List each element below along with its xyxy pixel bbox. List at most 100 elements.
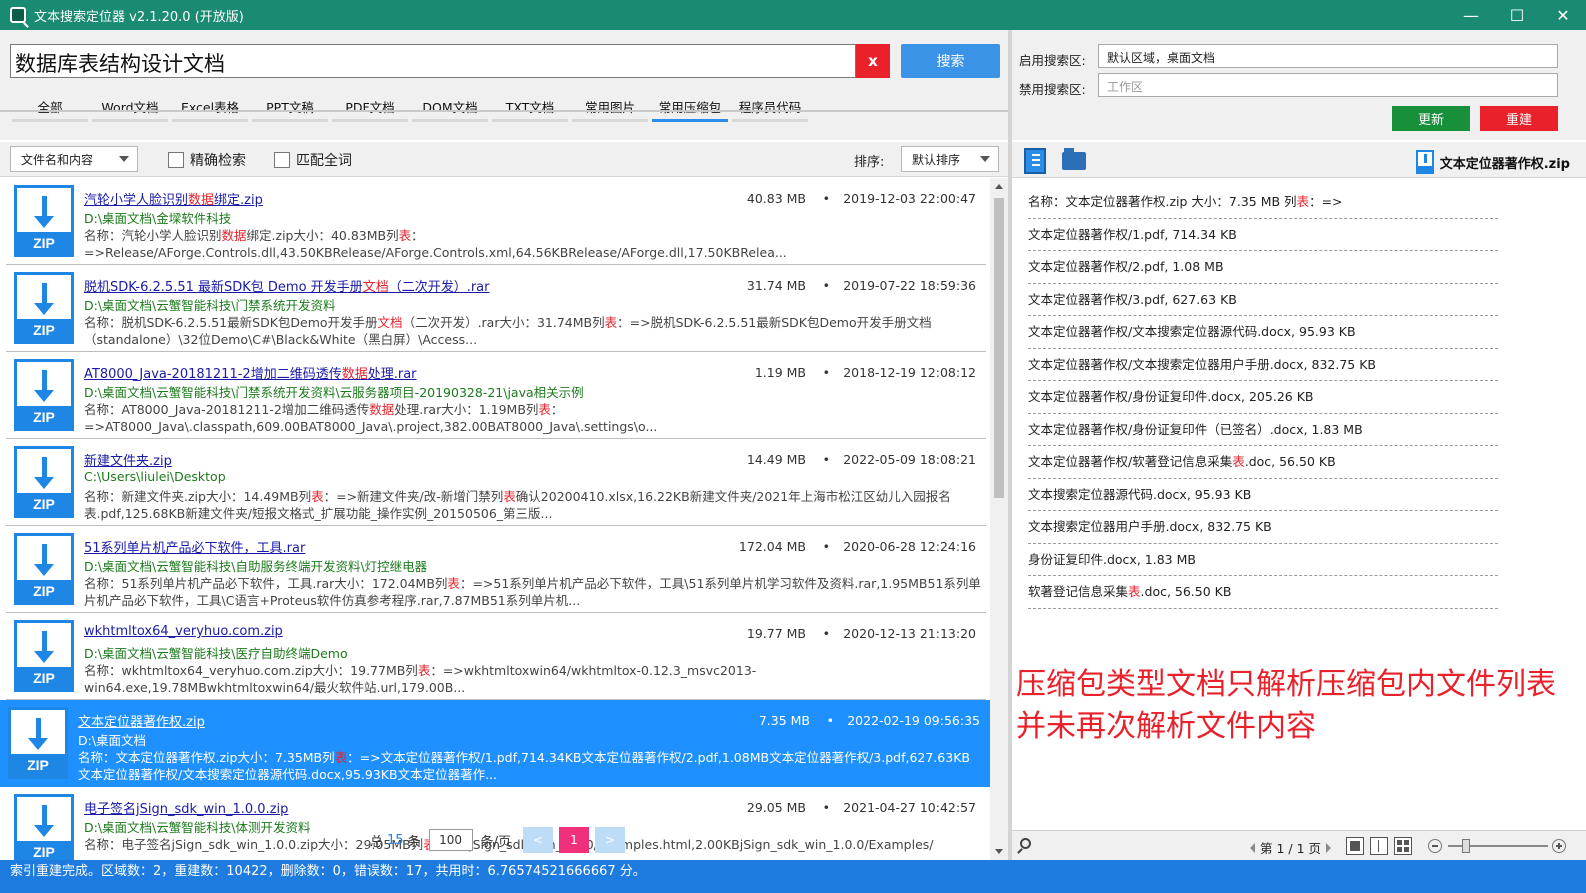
close-button[interactable]: ✕: [1540, 0, 1586, 30]
result-file-name[interactable]: 新建文件夹.zip: [84, 450, 172, 469]
result-file-path[interactable]: D:\桌面文档\金墚软件科技: [84, 208, 231, 227]
tab-1[interactable]: Word文档: [90, 88, 170, 124]
archive-entry-row: 文本定位器著作权/1.pdf, 714.34 KB: [1028, 219, 1498, 251]
text-segment: 文本定位器著作权/文本搜索定位器源代码.docx, 95.93 KB: [1028, 324, 1356, 339]
archive-entry-row: 文本定位器著作权/身份证复印件.docx, 205.26 KB: [1028, 381, 1498, 414]
prev-page-icon[interactable]: [1250, 842, 1255, 853]
archive-entry-row: 文本定位器著作权/软著登记信息采集表.doc, 56.50 KB: [1028, 446, 1498, 479]
annotation-line-1: 压缩包类型文档只解析压缩包内文件列表: [1016, 667, 1556, 702]
next-page-button[interactable]: >: [594, 827, 625, 853]
result-summary: 名称：脱机SDK-6.2.5.51最新SDK包Demo开发手册文档（二次开发）.…: [84, 314, 984, 348]
whole-word-checkbox[interactable]: 匹配全词: [274, 150, 352, 170]
tab-9[interactable]: 程序员代码: [730, 88, 810, 124]
preview-toolbar: 文本定位器著作权.zip: [1012, 142, 1586, 178]
result-item[interactable]: ZIP AT8000_Java-20181211-2增加二维码透传数据处理.rar…: [6, 352, 986, 439]
result-file-name[interactable]: 文本定位器著作权.zip: [78, 711, 205, 730]
search-icon-handle: [1017, 848, 1023, 854]
text-segment: 软著登记信息采集: [1028, 584, 1129, 599]
result-item[interactable]: ZIP 文本定位器著作权.zip D:\桌面文档 名称：文本定位器著作权.zip大小：…: [0, 700, 990, 787]
text-segment: AT8000_Java-20181211-2增加二维码透传: [84, 367, 342, 382]
separator-dot: •: [822, 452, 830, 467]
locate-icon[interactable]: [1024, 148, 1046, 174]
result-item[interactable]: ZIP 脱机SDK-6.2.5.51 最新SDK包 Demo 开发手册文档（二次开…: [6, 265, 986, 352]
result-file-name[interactable]: AT8000_Java-20181211-2增加二维码透传数据处理.rar: [84, 363, 417, 382]
text-segment: 文本定位器著作权/文本搜索定位器用户手册.docx, 832.75 KB: [1028, 356, 1376, 372]
search-icon[interactable]: [1016, 837, 1034, 855]
separator-dot: •: [822, 800, 830, 815]
result-file-path[interactable]: C:\Users\liulei\Desktop: [84, 469, 226, 484]
tab-5[interactable]: DOM文档: [410, 88, 490, 124]
scroll-thumb[interactable]: [994, 198, 1004, 498]
result-file-path[interactable]: D:\桌面文档\云蟹智能科技\自助服务终端开发资料\灯控继电器: [84, 556, 427, 575]
result-file-path[interactable]: D:\桌面文档\云蟹智能科技\体测开发资料: [84, 817, 310, 836]
prev-page-button[interactable]: <: [522, 827, 553, 853]
tab-8[interactable]: 常用压缩包: [650, 88, 730, 124]
result-file-name[interactable]: 汽轮小学人脸识别数据绑定.zip: [84, 189, 263, 208]
result-item[interactable]: ZIP wkhtmltox64_veryhuo.com.zip D:\桌面文档\云蟹…: [6, 613, 986, 700]
text-segment: 文本搜索定位器用户手册.docx, 832.75 KB: [1028, 519, 1272, 534]
left-panel: 数据库表结构设计文档 x 搜索 全部 Word文档 Excel表格 PPT文稿 PDF文…: [0, 30, 1008, 860]
maximize-button[interactable]: ☐: [1494, 0, 1540, 30]
result-file-path[interactable]: D:\桌面文档\云蟹智能科技\门禁系统开发资料: [84, 295, 335, 314]
text-segment: 名称：文本定位器著作权.zip大小：7.35MB列: [78, 750, 335, 765]
open-folder-icon[interactable]: [1062, 148, 1086, 170]
page-1-button[interactable]: 1: [558, 827, 589, 853]
result-file-size: 40.83 MB: [746, 191, 806, 206]
download-arrow-head: [34, 825, 54, 837]
result-item[interactable]: ZIP 51系列单片机产品必下软件，工具.rar D:\桌面文档\云蟹智能科技\自助…: [6, 526, 986, 613]
scope-select[interactable]: 文件名和内容: [10, 146, 138, 172]
scroll-down-icon[interactable]: [995, 849, 1003, 854]
result-file-size: 29.05 MB: [746, 800, 806, 815]
text-segment: 名称：脱机SDK-6.2.5.51最新SDK包Demo开发手册: [84, 315, 378, 330]
tab-2[interactable]: Excel表格: [170, 88, 250, 124]
disabled-scope-input[interactable]: 工作区: [1098, 73, 1558, 97]
text-segment: 表: [417, 663, 431, 678]
tab-6[interactable]: TXT文档: [490, 88, 570, 124]
zoom-out-icon[interactable]: [1428, 839, 1442, 853]
text-segment: 数据: [188, 193, 215, 208]
right-panel: 启用搜索区: 默认区域，桌面文档 禁用搜索区: 工作区 更新 重建 文本定位器著…: [1012, 30, 1586, 860]
result-file-name[interactable]: 51系列单片机产品必下软件，工具.rar: [84, 537, 305, 556]
result-summary: 名称：51系列单片机产品必下软件，工具.rar大小：172.04MB列表：=>5…: [84, 575, 984, 609]
result-file-path[interactable]: D:\桌面文档\云蟹智能科技\门禁系统开发资料\云服务器项目-20190328-…: [84, 382, 584, 401]
checkbox-box: [274, 152, 290, 168]
exact-search-checkbox[interactable]: 精确检索: [168, 150, 246, 170]
result-file-path[interactable]: D:\桌面文档\云蟹智能科技\医疗自助终端Demo: [84, 643, 348, 662]
clear-search-button[interactable]: x: [856, 44, 890, 78]
tab-3[interactable]: PPT文稿: [250, 88, 330, 124]
search-button[interactable]: 搜索: [901, 44, 1000, 78]
multi-page-view-icon[interactable]: [1394, 837, 1412, 855]
tab-4[interactable]: PDF文档: [330, 88, 410, 124]
pager-total-suffix: 条: [407, 834, 421, 850]
result-item[interactable]: ZIP 汽轮小学人脸识别数据绑定.zip D:\桌面文档\金墚软件科技 名称：汽轮小学…: [6, 178, 986, 265]
result-file-name[interactable]: wkhtmltox64_veryhuo.com.zip: [84, 624, 283, 639]
enabled-scope-input[interactable]: 默认区域，桌面文档: [1098, 44, 1558, 68]
page-size-input[interactable]: 100: [428, 829, 473, 851]
rebuild-index-button[interactable]: 重建: [1480, 106, 1558, 131]
search-input[interactable]: 数据库表结构设计文档: [10, 44, 856, 78]
download-arrow-head: [34, 216, 54, 228]
double-page-view-icon[interactable]: [1370, 837, 1388, 855]
next-page-icon[interactable]: [1326, 842, 1332, 853]
text-segment: 名称：新建文件夹.zip大小：14.49MB列: [84, 489, 312, 504]
zoom-slider-thumb[interactable]: [1462, 839, 1470, 853]
single-page-view-icon[interactable]: [1346, 837, 1364, 855]
zip-label: ZIP: [11, 754, 65, 776]
result-file-name[interactable]: 脱机SDK-6.2.5.51 最新SDK包 Demo 开发手册文档（二次开发）.…: [84, 276, 490, 295]
tab-7[interactable]: 常用图片: [570, 88, 650, 124]
result-item[interactable]: ZIP 新建文件夹.zip C:\Users\liulei\Desktop 名称：新建…: [6, 439, 986, 526]
window-title: 文本搜索定位器 v2.1.20.0 (开放版): [34, 9, 244, 25]
zoom-in-icon[interactable]: [1552, 839, 1566, 853]
whole-word-label: 匹配全词: [296, 153, 352, 169]
minimize-button[interactable]: —: [1448, 0, 1494, 30]
result-file-name[interactable]: 电子签名jSign_sdk_win_1.0.0.zip: [84, 798, 288, 817]
tab-0[interactable]: 全部: [10, 88, 90, 124]
result-summary: 名称：AT8000_Java-20181211-2增加二维码透传数据处理.rar…: [84, 401, 984, 435]
text-segment: 文本定位器著作权/身份证复印件（已签名）.docx, 1.83 MB: [1028, 421, 1363, 437]
result-file-path[interactable]: D:\桌面文档: [78, 730, 146, 749]
update-index-button[interactable]: 更新: [1392, 106, 1470, 131]
results-scrollbar[interactable]: [990, 178, 1008, 860]
scroll-up-icon[interactable]: [995, 184, 1003, 189]
zip-label: ZIP: [17, 406, 71, 428]
sort-select[interactable]: 默认排序: [901, 146, 999, 172]
